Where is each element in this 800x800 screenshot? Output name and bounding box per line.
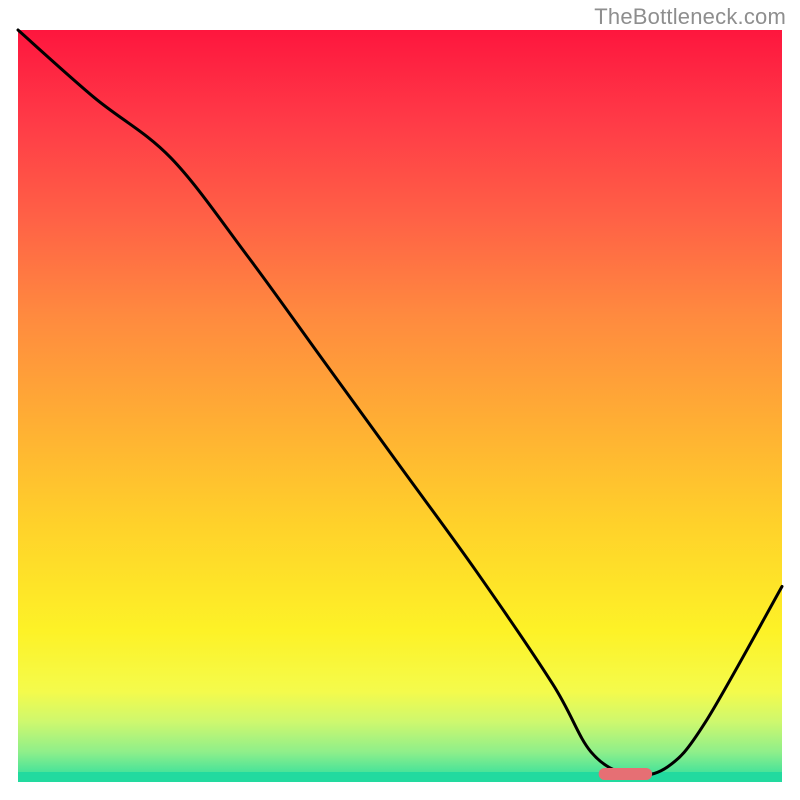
chart-container: TheBottleneck.com <box>0 0 800 800</box>
curve-layer <box>18 30 782 782</box>
optimal-marker <box>599 768 652 780</box>
bottleneck-curve <box>18 30 782 776</box>
plot-area <box>18 30 782 782</box>
watermark-text: TheBottleneck.com <box>594 4 786 30</box>
